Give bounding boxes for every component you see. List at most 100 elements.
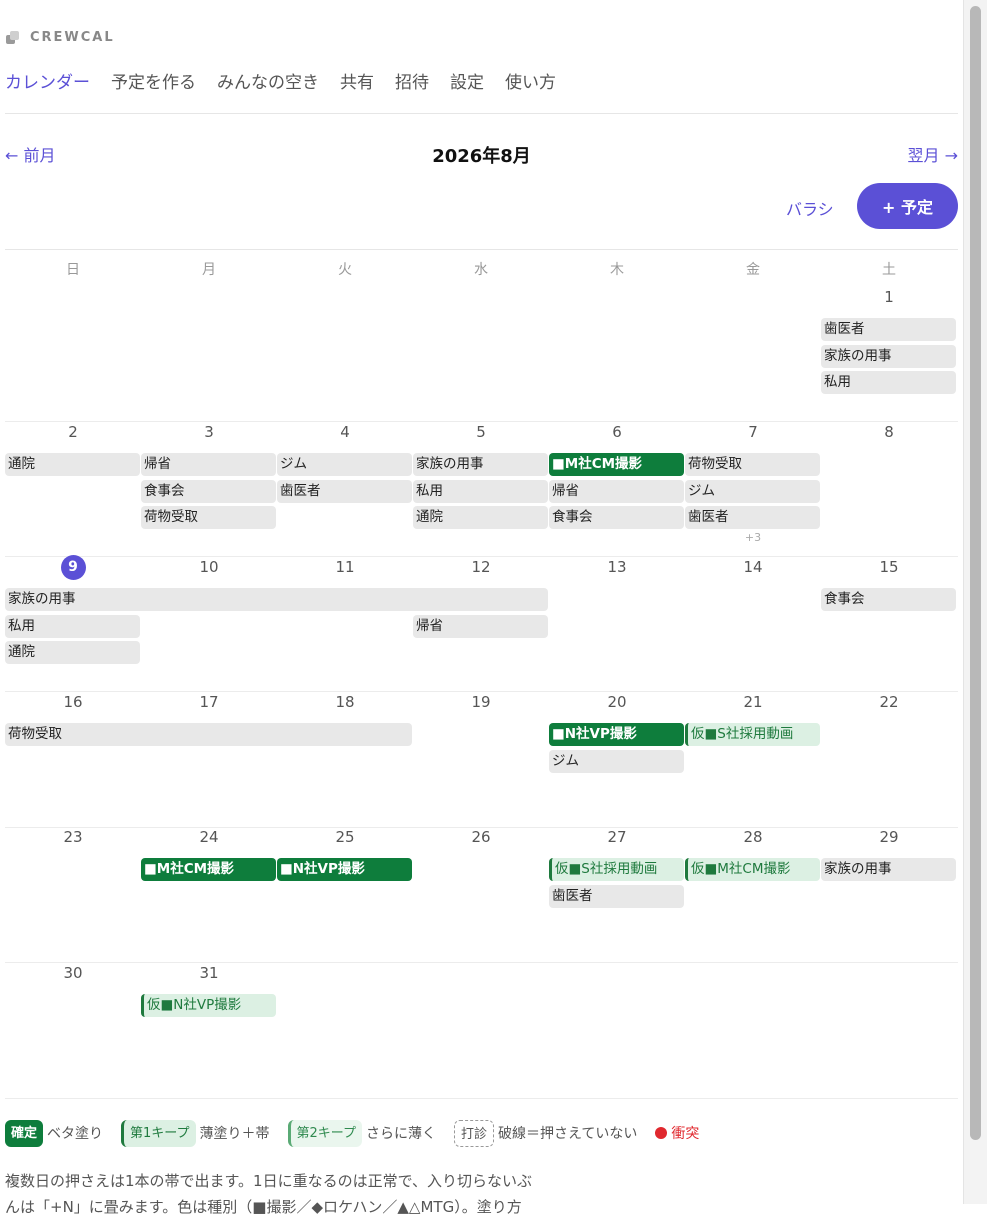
nav-availability[interactable]: みんなの空き — [217, 68, 319, 93]
day-number[interactable]: 9 — [5, 555, 141, 580]
event-personal[interactable]: 帰省 — [549, 479, 684, 503]
event-personal[interactable]: ジム — [549, 749, 684, 773]
weekday-fri: 金 — [746, 262, 760, 278]
day-number[interactable]: 13 — [549, 558, 685, 576]
day-number[interactable]: 4 — [277, 423, 413, 441]
weekday-tue: 火 — [338, 262, 352, 278]
day-number[interactable]: 10 — [141, 558, 277, 576]
day-number[interactable]: 27 — [549, 828, 685, 846]
day-number[interactable]: 15 — [821, 558, 957, 576]
day-number[interactable]: 23 — [5, 828, 141, 846]
event-confirmed[interactable]: ■N社VP撮影 — [549, 723, 684, 746]
event-personal[interactable]: 家族の用事 — [821, 858, 956, 881]
event-personal[interactable]: 荷物受取 — [685, 453, 820, 476]
event-personal[interactable]: 歯医者 — [821, 318, 956, 341]
nav-invite[interactable]: 招待 — [395, 68, 429, 93]
today-marker[interactable]: 9 — [60, 555, 86, 580]
event-personal[interactable]: 食事会 — [549, 506, 684, 529]
legend-conflict-label: 衝突 — [671, 1126, 700, 1142]
event-personal[interactable]: ジム — [685, 479, 820, 503]
day-number[interactable]: 19 — [413, 693, 549, 711]
day-number[interactable]: 29 — [821, 828, 957, 846]
nav-share[interactable]: 共有 — [340, 68, 374, 93]
event-confirmed[interactable]: ■N社VP撮影 — [277, 858, 412, 881]
day-number[interactable]: 24 — [141, 828, 277, 846]
day-number[interactable]: 31 — [141, 964, 277, 982]
week-divider — [5, 421, 958, 422]
event-keep[interactable]: 仮■N社VP撮影 — [141, 994, 276, 1017]
event-personal[interactable]: 私用 — [413, 479, 548, 503]
grid-top-divider — [5, 249, 958, 250]
legend-keep1-desc: 薄塗り＋帯 — [199, 1126, 270, 1142]
day-number[interactable]: 2 — [5, 423, 141, 441]
event-personal[interactable]: 私用 — [821, 371, 956, 394]
day-number[interactable]: 26 — [413, 828, 549, 846]
event-personal[interactable]: 通院 — [413, 506, 548, 529]
day-number[interactable]: 16 — [5, 693, 141, 711]
event-personal[interactable]: 私用 — [5, 614, 140, 638]
scrollbar-thumb[interactable] — [970, 6, 981, 1140]
event-personal[interactable]: 食事会 — [821, 588, 956, 611]
help-note-line: 複数日の押さえは1本の帯で出ます。1日に重なるのは正常で、入り切らないぶ — [5, 1172, 532, 1190]
day-number[interactable]: 5 — [413, 423, 549, 441]
event-personal[interactable]: 通院 — [5, 453, 140, 476]
event-personal[interactable]: 家族の用事 — [5, 588, 548, 611]
event-personal[interactable]: 家族の用事 — [413, 453, 548, 476]
day-number[interactable]: 12 — [413, 558, 549, 576]
event-personal[interactable]: 帰省 — [141, 453, 276, 476]
legend-keep1-swatch: 第1キープ — [121, 1119, 196, 1147]
day-number[interactable]: 1 — [821, 288, 957, 306]
event-personal[interactable]: 荷物受取 — [141, 506, 276, 529]
event-personal[interactable]: 通院 — [5, 641, 140, 664]
day-number[interactable]: 30 — [5, 964, 141, 982]
event-personal[interactable]: 歯医者 — [277, 479, 412, 503]
event-personal[interactable]: 食事会 — [141, 479, 276, 503]
event-personal[interactable]: 歯医者 — [685, 506, 820, 529]
nav-calendar[interactable]: カレンダー — [5, 68, 90, 93]
event-confirmed[interactable]: ■M社CM撮影 — [141, 858, 276, 881]
scrollbar[interactable] — [963, 0, 987, 1204]
nav-create-event[interactable]: 予定を作る — [111, 68, 196, 93]
app-logo[interactable]: CREWCAL — [6, 30, 115, 45]
week-divider — [5, 1098, 958, 1099]
day-number[interactable]: 11 — [277, 558, 413, 576]
nav-help[interactable]: 使い方 — [505, 68, 556, 93]
event-confirmed[interactable]: ■M社CM撮影 — [549, 453, 684, 476]
event-keep[interactable]: 仮■S社採用動画 — [549, 858, 684, 881]
day-number[interactable]: 20 — [549, 693, 685, 711]
legend-confirmed-swatch: 確定 — [5, 1119, 44, 1147]
strike-toggle-link[interactable]: バラシ — [786, 196, 834, 220]
legend-keep2-desc: さらに薄く — [366, 1126, 437, 1142]
help-note: 複数日の押さえは1本の帯で出ます。1日に重なるのは正常で、入り切らないぶ んは「… — [5, 1168, 565, 1220]
day-number[interactable]: 25 — [277, 828, 413, 846]
event-personal[interactable]: 帰省 — [413, 614, 548, 638]
nav-settings[interactable]: 設定 — [450, 68, 484, 93]
legend-keep2-swatch: 第2キープ — [287, 1119, 363, 1147]
day-number[interactable]: 7 — [685, 423, 821, 441]
event-personal[interactable]: 荷物受取 — [5, 723, 412, 746]
logo-icon — [6, 30, 20, 45]
day-number[interactable]: 18 — [277, 693, 413, 711]
day-number[interactable]: 17 — [141, 693, 277, 711]
add-event-button[interactable]: + 予定 — [857, 183, 958, 229]
day-number[interactable]: 28 — [685, 828, 821, 846]
legend-confirmed-desc: ベタ塗り — [47, 1126, 104, 1142]
day-number[interactable]: 6 — [549, 423, 685, 441]
day-number[interactable]: 21 — [685, 693, 821, 711]
event-personal[interactable]: 歯医者 — [549, 884, 684, 908]
next-month-link[interactable]: 翌月 → — [908, 142, 959, 166]
event-keep[interactable]: 仮■M社CM撮影 — [685, 858, 820, 881]
month-navigation: ← 前月 2026年8月 翌月 → — [5, 142, 959, 167]
help-note-line: んは「+N」に畳みます。色は種別（■撮影／◆ロケハン／▲△MTG）。塗り方 — [5, 1198, 522, 1216]
legend: 確定 ベタ塗り 第1キープ 薄塗り＋帯 第2キープ さらに薄く 打診 破線＝押さ… — [5, 1119, 699, 1147]
day-number[interactable]: 3 — [141, 423, 277, 441]
day-number[interactable]: 22 — [821, 693, 957, 711]
weekday-mon: 月 — [202, 262, 216, 278]
event-keep[interactable]: 仮■S社採用動画 — [685, 723, 820, 746]
event-personal[interactable]: ジム — [277, 453, 412, 476]
month-title: 2026年8月 — [432, 146, 531, 167]
day-number[interactable]: 14 — [685, 558, 821, 576]
more-events-link[interactable]: +3 — [685, 531, 821, 544]
day-number[interactable]: 8 — [821, 423, 957, 441]
event-personal[interactable]: 家族の用事 — [821, 344, 956, 368]
